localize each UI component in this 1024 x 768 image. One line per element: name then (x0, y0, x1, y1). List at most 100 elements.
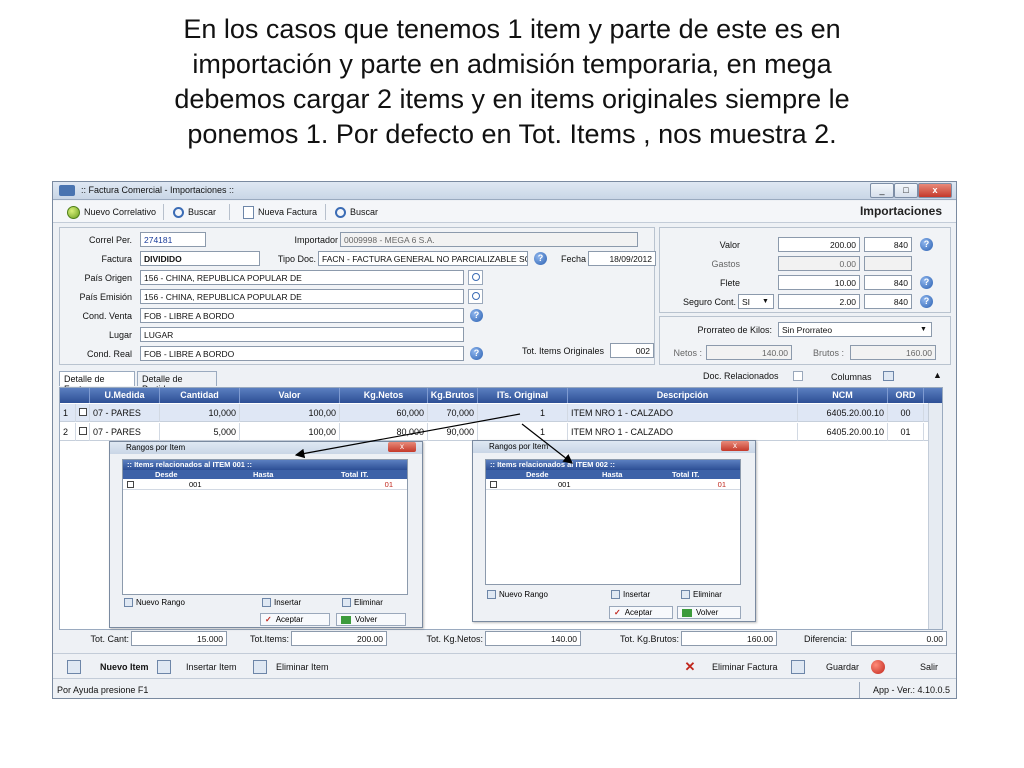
col-hasta[interactable]: Hasta (253, 470, 273, 479)
eliminar-factura-label: Eliminar Factura (712, 662, 778, 672)
eliminar-button[interactable]: Eliminar (342, 597, 383, 608)
factura-field[interactable]: DIVIDIDO (140, 251, 260, 266)
guardar-button[interactable]: Guardar (791, 658, 859, 676)
dialog-2-close-button[interactable]: x (721, 441, 749, 451)
pais-origen-field[interactable]: 156 - CHINA, REPUBLICA POPULAR DE (140, 270, 464, 285)
valor-amount-field[interactable]: 200.00 (778, 237, 860, 252)
cell-its-original: 1 (478, 404, 568, 422)
maximize-button[interactable]: □ (894, 183, 918, 198)
nuevo-rango-button[interactable]: Nuevo Rango (124, 597, 185, 608)
seguro-select[interactable]: SI ▼ (738, 294, 774, 309)
col-ord[interactable]: ORD (888, 388, 924, 403)
valor-currency-field[interactable]: 840 (864, 237, 912, 252)
lugar-field[interactable]: LUGAR (140, 327, 464, 342)
flete-amount-field[interactable]: 10.00 (778, 275, 860, 290)
delete-row-icon (253, 660, 267, 674)
aceptar-button[interactable]: ✓ Aceptar (260, 613, 330, 626)
col-valor[interactable]: Valor (240, 388, 340, 403)
cell-ord: 01 (888, 423, 924, 441)
tot-kgnetos-field[interactable]: 140.00 (485, 631, 581, 646)
correl-per-field[interactable]: 274181 (140, 232, 206, 247)
list-item[interactable]: 001 01 (486, 480, 740, 490)
buscar-factura-button[interactable]: Buscar (331, 204, 382, 220)
col-desde[interactable]: Desde (526, 470, 549, 479)
seguro-currency-field[interactable]: 840 (864, 294, 912, 309)
prorrateo-select[interactable]: Sin Prorrateo ▼ (778, 322, 932, 337)
cond-real-help-icon[interactable]: ? (470, 347, 483, 360)
insertar-button[interactable]: Insertar (611, 589, 650, 600)
col-desde[interactable]: Desde (155, 470, 178, 479)
tipo-doc-help-icon[interactable]: ? (534, 252, 547, 265)
col-hasta[interactable]: Hasta (602, 470, 622, 479)
col-descripcion[interactable]: Descripción (568, 388, 798, 403)
volver-button[interactable]: Volver (336, 613, 406, 626)
nuevo-item-button[interactable]: Nuevo Item (67, 658, 149, 676)
nuevo-rango-button[interactable]: Nuevo Rango (487, 589, 548, 600)
app-icon (59, 185, 75, 196)
insertar-item-button[interactable]: Insertar Item (157, 658, 237, 676)
insertar-button[interactable]: Insertar (262, 597, 301, 608)
minimize-button[interactable]: _ (870, 183, 894, 198)
col-umedida[interactable]: U.Medida (90, 388, 160, 403)
tab-detalle-factura[interactable]: Detalle de Factura (59, 371, 135, 394)
tot-cant-field[interactable]: 15.000 (131, 631, 227, 646)
rangos-dialog-1: Rangos por Item x :: Items relacionados … (109, 441, 423, 628)
tipo-doc-field[interactable]: FACN - FACTURA GENERAL NO PARCIALIZABLE … (318, 251, 528, 266)
col-kgbrutos[interactable]: Kg.Brutos (428, 388, 478, 403)
flete-help-icon[interactable]: ? (920, 276, 933, 289)
col-ncm[interactable]: NCM (798, 388, 888, 403)
col-total[interactable]: Total IT. (672, 470, 699, 479)
rangos-dialog-2: Rangos por Item x :: Items relacionados … (472, 440, 756, 622)
importador-field[interactable]: 0009998 - MEGA 6 S.A. (340, 232, 638, 247)
close-button[interactable]: x (918, 183, 952, 198)
row-checkbox[interactable] (76, 404, 90, 422)
tot-items-originales-field[interactable]: 002 (610, 343, 654, 358)
col-kgnetos[interactable]: Kg.Netos (340, 388, 428, 403)
col-total[interactable]: Total IT. (341, 470, 368, 479)
table-row[interactable]: 1 07 - PARES 10,000 100,00 60,000 70,000… (60, 404, 942, 422)
netos-field[interactable]: 140.00 (706, 345, 792, 360)
row-checkbox[interactable] (127, 481, 134, 488)
eliminar-item-button[interactable]: Eliminar Item (253, 658, 329, 676)
eliminar-factura-button[interactable]: ✕ Eliminar Factura (683, 658, 778, 676)
volver-button[interactable]: Volver (677, 606, 741, 619)
pais-emision-lookup-icon[interactable] (468, 289, 483, 304)
row-checkbox[interactable] (76, 423, 90, 441)
tot-kgbrutos-field[interactable]: 160.00 (681, 631, 777, 646)
fecha-field[interactable]: 18/09/2012 (588, 251, 656, 266)
seguro-amount-field[interactable]: 2.00 (778, 294, 860, 309)
cond-venta-help-icon[interactable]: ? (470, 309, 483, 322)
insertar-label: Insertar (623, 590, 651, 599)
tab-detalle-partidas[interactable]: Detalle de Partidas (137, 371, 217, 394)
invoice-header-panel: Correl Per. 274181 Importador 0009998 - … (59, 227, 656, 365)
pais-origen-lookup-icon[interactable] (468, 270, 483, 285)
col-its-original[interactable]: ITs. Original (478, 388, 568, 403)
grid-scrollbar[interactable] (928, 403, 942, 629)
pais-emision-field[interactable]: 156 - CHINA, REPUBLICA POPULAR DE (140, 289, 464, 304)
eliminar-button[interactable]: Eliminar (681, 589, 722, 600)
flete-currency-field[interactable]: 840 (864, 275, 912, 290)
nueva-factura-button[interactable]: Nueva Factura (239, 204, 321, 220)
salir-button[interactable]: Salir (871, 658, 938, 676)
col-cantidad[interactable]: Cantidad (160, 388, 240, 403)
cond-real-field[interactable]: FOB - LIBRE A BORDO (140, 346, 464, 361)
diferencia-field[interactable]: 0.00 (851, 631, 947, 646)
aceptar-button[interactable]: ✓ Aceptar (609, 606, 673, 619)
seguro-help-icon[interactable]: ? (920, 295, 933, 308)
list-item[interactable]: 001 01 (123, 480, 407, 490)
tot-items-field[interactable]: 200.00 (291, 631, 387, 646)
dialog-1-close-button[interactable]: x (388, 442, 416, 452)
brutos-field[interactable]: 160.00 (850, 345, 936, 360)
scroll-up-icon[interactable]: ▲ (933, 370, 942, 380)
nuevo-correlativo-button[interactable]: Nuevo Correlativo (63, 204, 160, 220)
gastos-currency-field[interactable] (864, 256, 912, 271)
columnas-button[interactable]: Columnas (831, 372, 872, 382)
cond-venta-field[interactable]: FOB - LIBRE A BORDO (140, 308, 464, 323)
valor-help-icon[interactable]: ? (920, 238, 933, 251)
cell-umedida: 07 - PARES (90, 404, 160, 422)
table-row[interactable]: 2 07 - PARES 5,000 100,00 80,000 90,000 … (60, 423, 942, 441)
buscar-button[interactable]: Buscar (169, 204, 220, 220)
row-checkbox[interactable] (490, 481, 497, 488)
gastos-amount-field[interactable]: 0.00 (778, 256, 860, 271)
doc-relacionados-link[interactable]: Doc. Relacionados (703, 371, 779, 381)
